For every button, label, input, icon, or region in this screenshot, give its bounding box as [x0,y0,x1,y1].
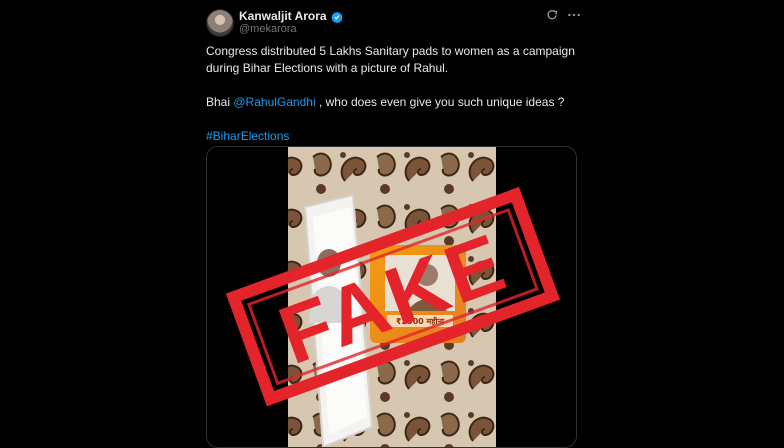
author-row: Kanwaljit Arora [239,9,343,24]
tweet-line-1: Congress distributed 5 Lakhs Sanitary pa… [206,44,575,58]
tweet-line-3-suffix: , who does even give you such unique ide… [318,95,565,109]
user-avatar[interactable] [206,9,234,37]
mention-link[interactable]: @RahulGandhi [233,95,315,109]
tweet-actions [546,9,581,21]
grok-icon[interactable] [546,9,558,21]
tweet-media[interactable]: ₹2500 महीना FAKE [206,146,577,448]
tweet-line-3-prefix: Bhai [206,95,231,109]
author-handle[interactable]: @mekarora [239,23,297,35]
media-image: ₹2500 महीना FAKE [207,147,576,447]
verified-badge-icon [330,10,343,24]
tweet-text: Congress distributed 5 Lakhs Sanitary pa… [206,43,578,162]
author-name[interactable]: Kanwaljit Arora [239,9,327,23]
tweet-line-2: during Bihar Elections with a picture of… [206,61,449,75]
tweet: Kanwaljit Arora @mekarora Congress distr… [206,0,581,448]
hashtag-link[interactable]: #BiharElections [206,129,289,143]
more-options-icon[interactable] [567,9,581,21]
